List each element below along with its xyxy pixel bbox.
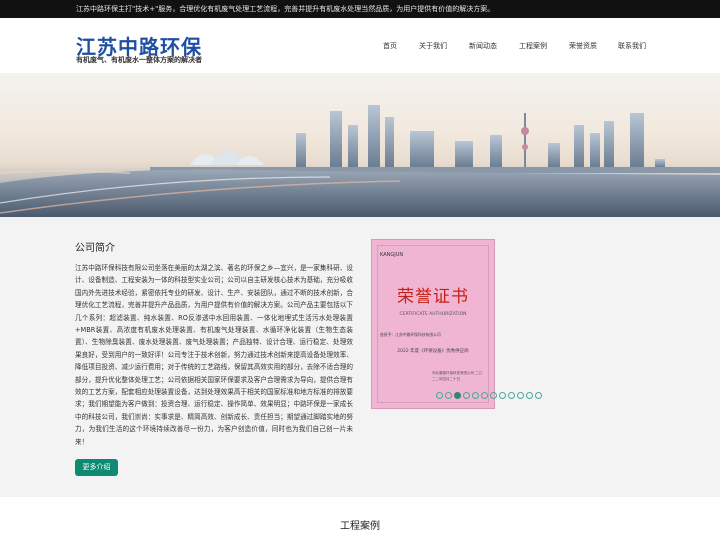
certificate-image[interactable]: KANGJUN 荣誉证书 CERTIFICATE AUTHORIZATION 兹… <box>371 239 495 409</box>
certificate-recipient: 兹授予：江苏中路环保科技有限公司 <box>380 332 441 337</box>
certificate-title: 荣誉证书 <box>397 287 469 307</box>
logo-subtitle: 有机废气、有机废水一整体方案的解决者 <box>76 56 202 64</box>
carousel-dot[interactable] <box>481 392 488 399</box>
top-announcement-bar: 江苏中路环保主打"技术+"服务，合理优化有机废气处理工艺流程，完善并提升有机废水… <box>0 0 720 18</box>
carousel-dot[interactable] <box>526 392 533 399</box>
nav-about[interactable]: 关于我们 <box>419 41 447 51</box>
certificate-issuer: 河北康骏环保科技有限公司 二〇二二年四月二十日 <box>432 371 483 381</box>
intro-title: 公司简介 <box>75 243 115 254</box>
announcement-text: 江苏中路环保主打"技术+"服务，合理优化有机废气处理工艺流程，完善并提升有机废水… <box>76 5 495 13</box>
site-header: 江苏中路环保 有机废气、有机废水一整体方案的解决者 首页 关于我们 新闻动态 工… <box>0 18 720 73</box>
carousel-dot[interactable] <box>472 392 479 399</box>
carousel-dot-active[interactable] <box>454 392 461 399</box>
nav-honors[interactable]: 荣誉资质 <box>569 41 597 51</box>
carousel-dot[interactable] <box>508 392 515 399</box>
nav-contact[interactable]: 联系我们 <box>618 41 646 51</box>
carousel-dot[interactable] <box>535 392 542 399</box>
carousel-dot[interactable] <box>445 392 452 399</box>
carousel-dot[interactable] <box>463 392 470 399</box>
carousel-dot[interactable] <box>436 392 443 399</box>
nav-cases[interactable]: 工程案例 <box>519 41 547 51</box>
company-intro-section: 公司简介 江苏中路环保科技有限公司坐落在美丽的太湖之滨、著名的环保之乡—宜兴，是… <box>0 217 720 497</box>
hero-banner <box>0 73 720 217</box>
intro-paragraph: 江苏中路环保科技有限公司坐落在美丽的太湖之滨、著名的环保之乡—宜兴，是一家集科研… <box>75 264 353 446</box>
nav-news[interactable]: 新闻动态 <box>469 41 497 51</box>
carousel-dot[interactable] <box>517 392 524 399</box>
cases-section-title: 工程案例 <box>340 521 380 532</box>
more-intro-button[interactable]: 更多介绍 <box>75 459 118 476</box>
nav-home[interactable]: 首页 <box>383 41 397 51</box>
carousel-dot[interactable] <box>490 392 497 399</box>
city-skyline-image <box>0 105 720 217</box>
certificate-english: CERTIFICATE AUTHORIZATION <box>399 312 467 317</box>
certificate-brand: KANGJUN <box>380 252 404 258</box>
carousel-dot[interactable] <box>499 392 506 399</box>
certificate-award: 2022 年度《环保设备》优秀供应商 <box>397 349 469 354</box>
